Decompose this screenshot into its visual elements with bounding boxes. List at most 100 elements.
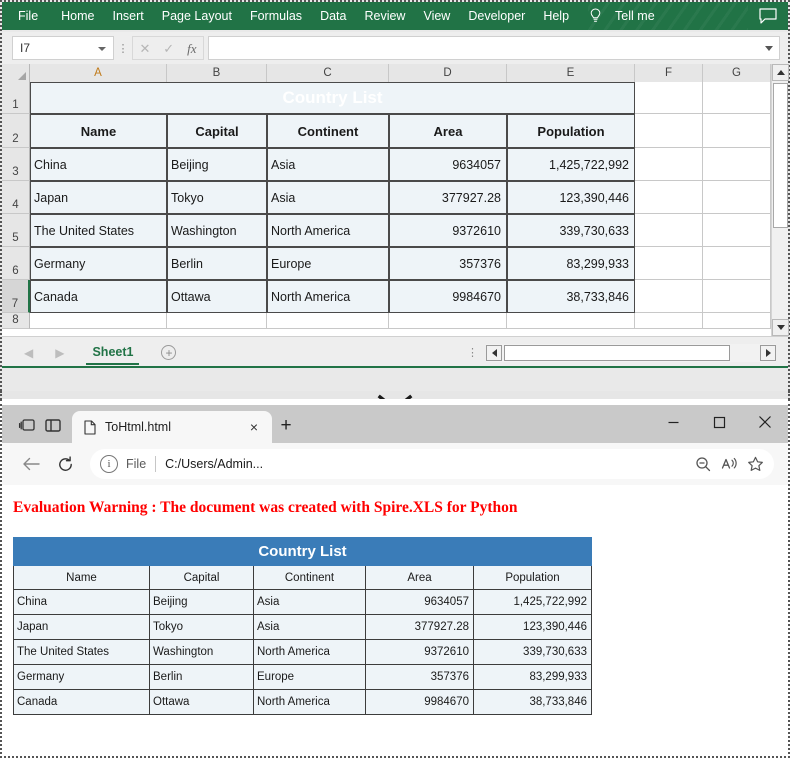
cell-c6[interactable]: Europe [267,247,389,280]
row-header-3[interactable]: 3 [2,148,30,181]
cell-f3[interactable] [635,148,703,181]
cell-g3[interactable] [703,148,771,181]
cell-e2[interactable]: Population [507,114,635,148]
address-url[interactable]: C:/Users/Admin... [165,457,690,471]
cell-f6[interactable] [635,247,703,280]
row-header-5[interactable]: 5 [2,214,30,247]
cell-a4[interactable]: Japan [30,181,167,214]
cell-e3[interactable]: 1,425,722,992 [507,148,635,181]
back-arrow-icon[interactable] [14,449,48,479]
column-header-a[interactable]: A [30,64,167,82]
ribbon-tab-insert[interactable]: Insert [104,2,153,30]
cell-g5[interactable] [703,214,771,247]
browser-tab[interactable]: ToHtml.html × [72,411,272,443]
cell-a5[interactable]: The United States [30,214,167,247]
address-bar[interactable]: i File C:/Users/Admin... [90,449,774,479]
chevron-left-icon[interactable]: ◀ [24,346,33,360]
comment-icon[interactable] [758,7,778,25]
row-header-6[interactable]: 6 [2,247,30,280]
cell-f2[interactable] [635,114,703,148]
cell-f7[interactable] [635,280,703,313]
chevron-right-icon[interactable]: ▶ [55,346,64,360]
horizontal-scrollbar-thumb[interactable] [504,344,730,361]
cell-e7[interactable]: 38,733,846 [507,280,635,313]
cell-a6[interactable]: Germany [30,247,167,280]
maximize-button[interactable] [696,405,742,439]
ribbon-tab-developer[interactable]: Developer [459,2,534,30]
cell-d8[interactable] [389,313,507,329]
scroll-left-button[interactable] [486,344,502,361]
cell-a7[interactable]: Canada [30,280,167,313]
cell-b2[interactable]: Capital [167,114,267,148]
row-header-1[interactable]: 1 [2,82,30,114]
cell-d6[interactable]: 357376 [389,247,507,280]
minimize-button[interactable] [650,405,696,439]
refresh-icon[interactable] [48,449,82,479]
row-header-7[interactable]: 7 [2,280,30,313]
cancel-icon[interactable]: ✕ [139,42,150,55]
ribbon-tab-formulas[interactable]: Formulas [241,2,311,30]
select-all-corner[interactable] [2,64,30,82]
cell-d2[interactable]: Area [389,114,507,148]
cell-e4[interactable]: 123,390,446 [507,181,635,214]
cell-e8[interactable] [507,313,635,329]
new-tab-button[interactable]: + [272,411,300,441]
confirm-icon[interactable]: ✓ [163,42,174,55]
scroll-right-button[interactable] [760,344,776,361]
cell-g2[interactable] [703,114,771,148]
cell-g7[interactable] [703,280,771,313]
cell-a2[interactable]: Name [30,114,167,148]
cell-b8[interactable] [167,313,267,329]
ribbon-tab-data[interactable]: Data [311,2,355,30]
cell-f5[interactable] [635,214,703,247]
cell-c7[interactable]: North America [267,280,389,313]
horizontal-scrollbar[interactable] [486,343,776,362]
ribbon-tab-review[interactable]: Review [355,2,414,30]
cell-c8[interactable] [267,313,389,329]
ribbon-tab-view[interactable]: View [414,2,459,30]
cell-b4[interactable]: Tokyo [167,181,267,214]
close-button[interactable] [742,405,788,439]
formula-expand-icon[interactable] [765,46,773,51]
cell-d3[interactable]: 9634057 [389,148,507,181]
cell-c5[interactable]: North America [267,214,389,247]
cell-a8[interactable] [30,313,167,329]
add-sheet-button[interactable]: + [161,345,177,360]
cell-g1[interactable] [703,82,771,114]
cell-f8[interactable] [635,313,703,329]
ribbon-tab-page-layout[interactable]: Page Layout [153,2,241,30]
sheet-tab-sheet1[interactable]: Sheet1 [86,341,140,365]
cell-d7[interactable]: 9984670 [389,280,507,313]
cell-b5[interactable]: Washington [167,214,267,247]
read-aloud-icon[interactable] [716,452,742,476]
zoom-out-icon[interactable] [690,452,716,476]
column-header-g[interactable]: G [703,64,771,82]
column-header-f[interactable]: F [635,64,703,82]
scroll-up-button[interactable] [772,64,789,81]
cell-b7[interactable]: Ottawa [167,280,267,313]
ribbon-tab-file[interactable]: File [2,2,52,30]
chevron-down-icon[interactable] [98,47,106,51]
info-icon[interactable]: i [100,455,118,473]
cell-g6[interactable] [703,247,771,280]
cell-d5[interactable]: 9372610 [389,214,507,247]
cell-e5[interactable]: 339,730,633 [507,214,635,247]
cell-g8[interactable] [703,313,771,329]
cell-a3[interactable]: China [30,148,167,181]
cell-d4[interactable]: 377927.28 [389,181,507,214]
name-box[interactable]: I7 [12,36,114,60]
cell-g4[interactable] [703,181,771,214]
column-header-c[interactable]: C [267,64,389,82]
sheet-split-grip[interactable]: ⋮ [467,346,478,359]
ribbon-tab-help[interactable]: Help [534,2,578,30]
ribbon-tell-me[interactable]: Tell me [606,2,664,30]
split-screen-icon[interactable] [40,410,66,440]
cell-b3[interactable]: Beijing [167,148,267,181]
row-header-2[interactable]: 2 [2,114,30,148]
cell-f1[interactable] [635,82,703,114]
cell-c3[interactable]: Asia [267,148,389,181]
formula-bar-grip[interactable]: ⋮ [114,42,132,55]
row-header-8[interactable]: 8 [2,313,30,329]
cell-title[interactable]: Country List [30,82,635,114]
column-header-d[interactable]: D [389,64,507,82]
